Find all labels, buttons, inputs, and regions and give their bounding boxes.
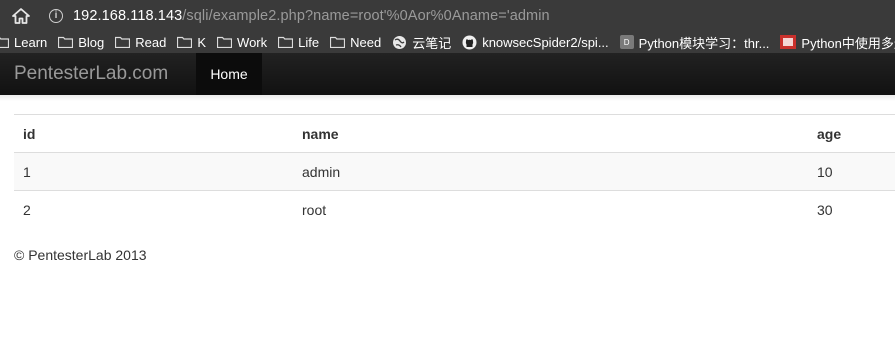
folder-icon — [217, 36, 233, 48]
bookmark-label: 云笔记 — [412, 35, 452, 51]
home-icon[interactable] — [11, 6, 31, 26]
cell-name: root — [293, 190, 808, 228]
site-navbar: PentesterLab.com Home — [0, 53, 895, 95]
url-path: /sqli/example2.php?name=root'%0Aor%0Anam… — [182, 7, 550, 24]
bookmark-label: Work — [237, 34, 268, 50]
cell-id: 1 — [14, 152, 293, 191]
bookmark-label: Read — [135, 34, 167, 50]
bookmark-k[interactable]: K — [177, 35, 206, 50]
column-header-name: name — [293, 114, 808, 153]
bookmark-life[interactable]: Life — [278, 35, 319, 50]
folder-icon — [115, 36, 131, 48]
folder-icon — [330, 36, 346, 48]
folder-icon — [177, 36, 193, 48]
bookmark-label: Learn — [14, 34, 48, 50]
info-icon[interactable]: i — [49, 8, 63, 23]
bookmark-need[interactable]: Need — [330, 35, 381, 50]
address-bar: i 192.168.118.143/sqli/example2.php?name… — [0, 0, 895, 31]
bookmark-label: Blog — [78, 34, 105, 50]
bookmark-work[interactable]: Work — [217, 35, 267, 50]
bookmark-learn[interactable]: Learn — [0, 35, 47, 50]
bookmark-label: Python中使用多进程 — [801, 35, 895, 51]
cell-age: 10 — [808, 152, 895, 191]
table-row: 1 admin 10 — [14, 152, 895, 191]
bookmark-label: Python模块学习：thr... — [638, 35, 770, 51]
users-table: id name age 1 admin 10 2 root 30 — [14, 114, 895, 228]
column-header-id: id — [14, 114, 293, 153]
table-row: 2 root 30 — [14, 190, 895, 228]
folder-icon — [278, 36, 294, 48]
bookmark-blog[interactable]: Blog — [58, 35, 104, 50]
cell-age: 30 — [808, 190, 895, 228]
bookmark-yunbiji[interactable]: 云笔记 — [392, 33, 451, 52]
footer-copyright: © PentesterLab 2013 — [14, 247, 147, 263]
brand-logo[interactable]: PentesterLab.com — [14, 63, 168, 85]
url-field[interactable]: 192.168.118.143/sqli/example2.php?name=r… — [73, 8, 550, 24]
bookmark-read[interactable]: Read — [115, 35, 166, 50]
red-favicon-icon — [780, 35, 797, 49]
globe-icon — [392, 35, 407, 50]
url-host: 192.168.118.143 — [73, 7, 183, 24]
bookmark-python-multiprocess[interactable]: Python中使用多进程 — [780, 33, 895, 52]
bookmark-label: knowsecSpider2/spi... — [482, 34, 609, 50]
bookmark-python-thread[interactable]: D Python模块学习：thr... — [619, 33, 770, 52]
bookmark-label: K — [197, 34, 207, 50]
navbar-shadow — [0, 95, 895, 101]
bookmarks-bar: Learn Blog Read K Work Life Need 云笔记 kno… — [0, 31, 895, 53]
cell-name: admin — [293, 152, 808, 191]
cell-id: 2 — [14, 190, 293, 228]
column-header-age: age — [808, 114, 895, 153]
table-header-row: id name age — [14, 114, 895, 153]
nav-home-link[interactable]: Home — [196, 53, 262, 95]
bookmark-label: Need — [350, 34, 382, 50]
bookmark-label: Life — [298, 34, 320, 50]
folder-icon — [58, 36, 74, 48]
doc-favicon-icon: D — [619, 35, 634, 49]
bookmark-knowsecspider[interactable]: knowsecSpider2/spi... — [462, 34, 609, 50]
github-icon — [462, 35, 477, 50]
folder-icon — [0, 36, 9, 48]
